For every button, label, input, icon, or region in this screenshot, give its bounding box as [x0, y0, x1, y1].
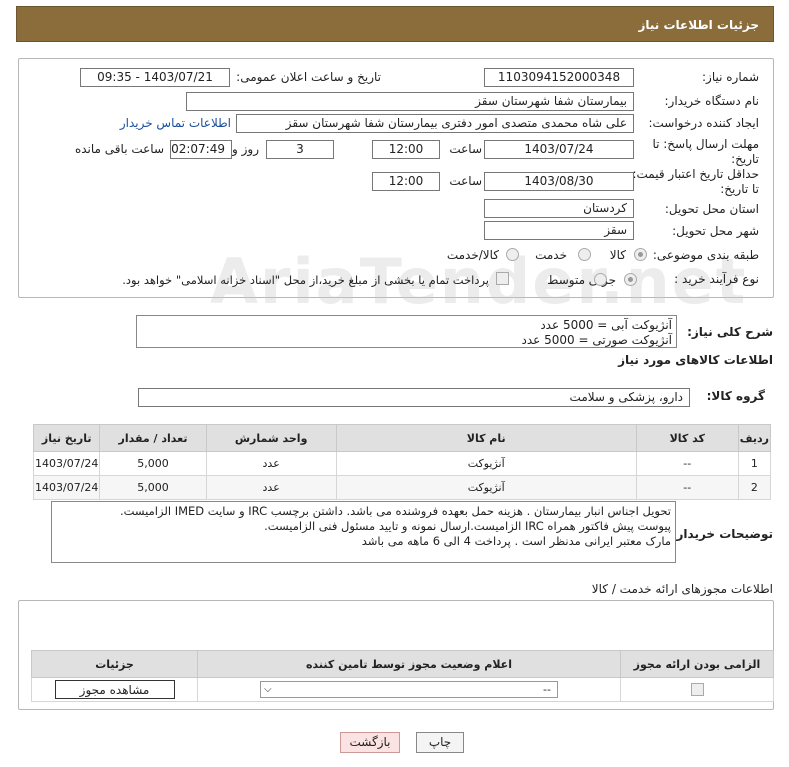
category-goods-radio[interactable]	[634, 248, 647, 261]
need-number-field: 1103094152000348	[484, 68, 634, 87]
col-required: الزامی بودن ارائه مجوز	[620, 650, 774, 678]
cell-unit: عدد	[205, 475, 337, 500]
days-field: 3	[266, 140, 334, 159]
permits-table-wrapper: الزامی بودن ارائه مجوز اعلام وضعیت مجوز …	[31, 650, 774, 702]
category-service-label: خدمت	[535, 248, 567, 262]
deadline-date-field: 1403/07/24	[484, 140, 634, 159]
requester-label: ایجاد کننده درخواست:	[648, 116, 759, 130]
page-title: جزئیات اطلاعات نیاز	[638, 18, 759, 32]
cell-code: --	[635, 451, 739, 476]
buyer-org-field: بیمارستان شفا شهرستان سقز	[186, 92, 634, 111]
col-status: اعلام وضعیت مجوز توسط تامین کننده	[197, 650, 621, 678]
goods-table-wrapper: ردیف کد کالا نام کالا واحد شمارش تعداد /…	[32, 424, 772, 500]
price-validity-date-field: 1403/08/30	[484, 172, 634, 191]
category-goods-label: کالا	[609, 248, 626, 262]
permit-status-select[interactable]: -- ⌵	[260, 681, 558, 698]
category-goods-service-radio[interactable]	[506, 248, 519, 261]
permits-table-header: الزامی بودن ارائه مجوز اعلام وضعیت مجوز …	[31, 650, 774, 678]
price-validity-time-label: ساعت	[449, 174, 482, 188]
cell-name: آنژیوکت	[335, 475, 637, 500]
cell-date: 1403/07/24	[32, 475, 101, 500]
col-row: ردیف	[737, 424, 772, 452]
announce-field: 1403/07/21 - 09:35	[80, 68, 230, 87]
table-row: 1 -- آنژیوکت عدد 5,000 1403/07/24	[32, 451, 772, 476]
payment-note: پرداخت تمام یا بخشی از مبلغ خرید،از محل …	[122, 273, 489, 287]
cell-row: 2	[737, 475, 772, 500]
cell-qty: 5,000	[99, 451, 207, 476]
page-header: جزئیات اطلاعات نیاز	[16, 6, 774, 42]
cell-required	[620, 677, 774, 702]
cell-name: آنژیوکت	[335, 451, 637, 476]
city-label: شهر محل تحویل:	[672, 224, 759, 238]
print-button[interactable]: چاپ	[416, 732, 464, 753]
buyer-notes-line-1: تحویل اجناس انبار بیمارستان . هزینه حمل …	[119, 504, 671, 518]
city-field: سقز	[484, 221, 634, 240]
goods-section-title: اطلاعات کالاهای مورد نیاز	[618, 353, 773, 367]
category-service-radio[interactable]	[578, 248, 591, 261]
permits-section-title: اطلاعات مجوزهای ارائه خدمت / کالا	[591, 582, 773, 596]
province-label: استان محل تحویل:	[664, 202, 759, 216]
col-code: کد کالا	[635, 424, 739, 452]
table-row: -- ⌵ مشاهده مجوز	[31, 677, 774, 702]
cell-code: --	[635, 475, 739, 500]
permit-status-value: --	[543, 683, 551, 696]
buyer-notes-label: توضیحات خریدار:	[671, 527, 773, 541]
process-minor-radio[interactable]	[624, 273, 637, 286]
col-name: نام کالا	[335, 424, 637, 452]
need-number-label: شماره نیاز:	[702, 70, 759, 84]
view-permit-button[interactable]: مشاهده مجوز	[54, 680, 175, 699]
cell-status: -- ⌵	[197, 677, 621, 702]
price-validity-label: حداقل تاریخ اعتبار قیمت: تا تاریخ:	[632, 167, 759, 196]
announce-label: تاریخ و ساعت اعلان عمومی:	[236, 70, 381, 84]
col-date: تاریخ نیاز	[32, 424, 101, 452]
price-validity-time-field: 12:00	[372, 172, 440, 191]
remaining-time-field: 02:07:49	[170, 140, 232, 159]
goods-table: ردیف کد کالا نام کالا واحد شمارش تعداد /…	[32, 424, 772, 500]
back-button[interactable]: بازگشت	[340, 732, 400, 753]
deadline-time-field: 12:00	[372, 140, 440, 159]
buyer-notes-line-3: مارک معتبر ایرانی مدنظر است . پرداخت 4 ا…	[361, 534, 671, 548]
category-goods-service-label: کالا/خدمت	[446, 248, 499, 262]
col-qty: تعداد / مقدار	[99, 424, 207, 452]
remaining-label: ساعت باقی مانده	[74, 142, 164, 156]
summary-label: شرح کلی نیاز:	[687, 325, 773, 339]
cell-date: 1403/07/24	[32, 451, 101, 476]
cell-unit: عدد	[205, 451, 337, 476]
table-row: 2 -- آنژیوکت عدد 5,000 1403/07/24	[32, 475, 772, 500]
treasury-payment-checkbox[interactable]	[496, 272, 509, 285]
buyer-notes-line-2: پیوست پیش فاکتور همراه IRC الزامیست.ارسا…	[264, 519, 671, 533]
permits-table: الزامی بودن ارائه مجوز اعلام وضعیت مجوز …	[31, 650, 774, 702]
process-medium-label: متوسط	[547, 273, 585, 287]
required-checkbox[interactable]	[690, 683, 704, 697]
deadline-time-label: ساعت	[449, 142, 482, 156]
buyer-notes-textarea[interactable]: تحویل اجناس انبار بیمارستان . هزینه حمل …	[51, 501, 676, 563]
col-details: جزئیات	[31, 650, 198, 678]
summary-textarea[interactable]: آنژیوکت آبی = 5000 عدد آنژیوکت صورتی = 5…	[136, 315, 677, 348]
summary-line-2: آنژیوکت صورتی = 5000 عدد	[521, 333, 672, 347]
buyer-org-label: نام دستگاه خریدار:	[664, 94, 760, 108]
cell-qty: 5,000	[99, 475, 207, 500]
deadline-label: مهلت ارسال پاسخ: تا تاریخ:	[652, 137, 759, 166]
chevron-down-icon: ⌵	[264, 684, 272, 695]
goods-table-header: ردیف کد کالا نام کالا واحد شمارش تعداد /…	[32, 424, 772, 452]
days-label: روز و	[232, 142, 259, 156]
cell-details: مشاهده مجوز	[31, 677, 198, 702]
cell-row: 1	[737, 451, 772, 476]
process-label: نوع فرآیند خرید :	[674, 272, 759, 286]
category-label: طبقه بندی موضوعی:	[652, 248, 759, 262]
col-unit: واحد شمارش	[205, 424, 337, 452]
goods-group-field: دارو، پزشکی و سلامت	[138, 388, 690, 407]
summary-line-1: آنژیوکت آبی = 5000 عدد	[540, 318, 672, 332]
province-field: کردستان	[484, 199, 634, 218]
contact-buyer-link[interactable]: اطلاعات تماس خریدار	[120, 116, 231, 130]
process-medium-radio[interactable]	[594, 273, 607, 286]
requester-field: علی شاه محمدی متصدی امور دفتری بیمارستان…	[236, 114, 634, 133]
goods-group-label: گروه کالا:	[706, 389, 765, 403]
